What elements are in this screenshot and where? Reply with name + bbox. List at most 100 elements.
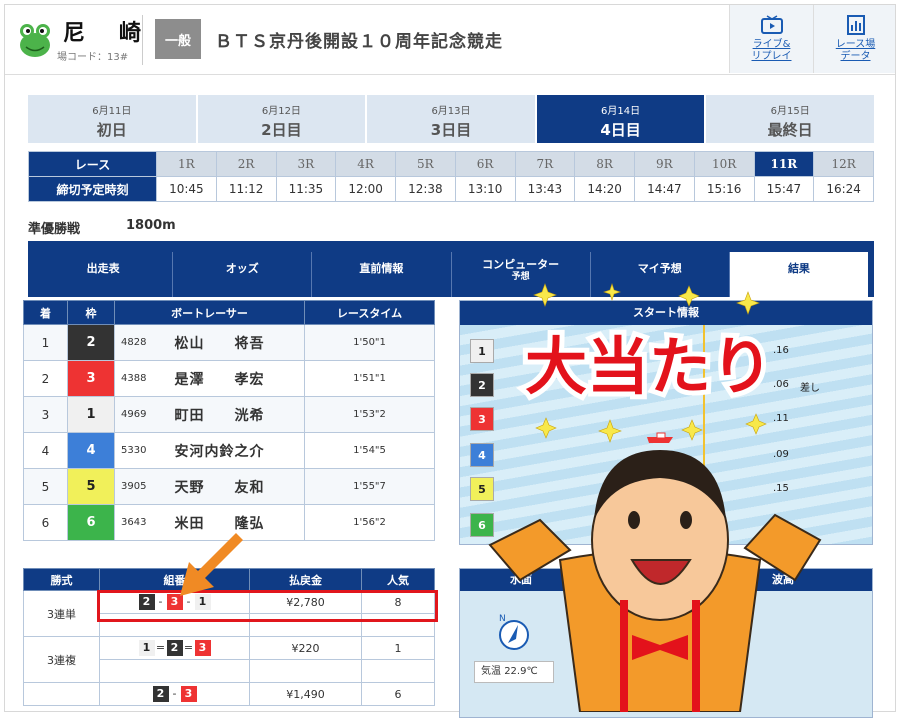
racer-name[interactable]: 松山 将吾 bbox=[174, 324, 305, 361]
day-name: 2日目 bbox=[261, 121, 302, 139]
tab-my-prediction[interactable]: マイ予想 bbox=[591, 252, 730, 297]
race-title: ＢＴＳ京丹後開設１０周年記念競走 bbox=[215, 32, 503, 52]
col-payout: 払戻金 bbox=[249, 568, 362, 591]
weather-title-left: 水面 bbox=[510, 573, 532, 586]
day-date: 6月15日 bbox=[770, 106, 810, 117]
race-link-9[interactable]: 9R bbox=[634, 151, 695, 177]
start-lane-4: 4 bbox=[470, 443, 494, 467]
start-timing: .09 bbox=[773, 449, 789, 460]
deadline-label: 締切予定時刻 bbox=[28, 176, 157, 202]
lane-badge: 1 bbox=[68, 397, 114, 432]
race-time: 1'54"5 bbox=[304, 432, 435, 469]
grade-badge: 一般 bbox=[155, 19, 201, 59]
popularity: 1 bbox=[361, 636, 435, 660]
race-link-3[interactable]: 3R bbox=[275, 151, 337, 177]
weather-title: 水面 波高 bbox=[460, 569, 872, 591]
place: 4 bbox=[23, 432, 68, 469]
table-row: 1 2 4828 松山 将吾 1'50"1 bbox=[23, 324, 435, 361]
race-link-5[interactable]: 5R bbox=[395, 151, 456, 177]
racer-name[interactable]: 米田 隆弘 bbox=[174, 504, 305, 541]
venue-data-button[interactable]: レース場 データ bbox=[813, 5, 895, 73]
day-date: 6月11日 bbox=[92, 106, 132, 117]
weather-title-right: 波高 bbox=[772, 573, 794, 586]
race-link-6[interactable]: 6R bbox=[454, 151, 516, 177]
bet-type bbox=[23, 682, 100, 706]
combo-chip: 3 bbox=[180, 686, 197, 702]
racer-name[interactable]: 是澤 孝宏 bbox=[174, 360, 305, 397]
race-link-11[interactable]: 11R bbox=[753, 151, 815, 177]
live-replay-button[interactable]: ライブ& リプレイ bbox=[729, 5, 813, 73]
race-link-7[interactable]: 7R bbox=[514, 151, 576, 177]
tab-odds[interactable]: オッズ bbox=[173, 252, 313, 297]
start-lane-6: 6 bbox=[470, 513, 494, 537]
racer-name[interactable]: 安河内鈴之介 bbox=[174, 432, 305, 469]
racer-reg-no: 4969 bbox=[114, 396, 175, 433]
lane-badge: 2 bbox=[68, 325, 114, 360]
results-table: 着 枠 ボートレーサー レースタイム 1 2 4828 松山 将吾 1'50"1… bbox=[23, 300, 435, 541]
race-info-tabs: 出走表 オッズ 直前情報 コンピューター 予想 マイ予想 結果 bbox=[28, 241, 874, 297]
place: 5 bbox=[23, 468, 68, 505]
day-tab-2[interactable]: 6月12日 2日目 bbox=[197, 95, 366, 143]
deadline-time: 12:38 bbox=[395, 176, 456, 202]
race-schedule-table: レース 1R 2R 3R 4R 5R 6R 7R 8R 9R 10R 11R 1… bbox=[28, 151, 874, 202]
race-label: レース bbox=[28, 151, 157, 177]
col-place: 着 bbox=[23, 300, 68, 325]
day-name: 3日目 bbox=[430, 121, 472, 139]
race-time: 1'50"1 bbox=[304, 324, 435, 361]
computer-sub-label: 予想 bbox=[511, 272, 530, 282]
page-header: 尼 崎 場コード：13# 一般 ＢＴＳ京丹後開設１０周年記念競走 ライブ& リプ… bbox=[5, 5, 895, 75]
payout-table: 勝式 組番 払戻金 人気 3連単 2-3-1 ¥2,780 8 3連複 1 = 2 =… bbox=[23, 568, 435, 706]
col-popularity: 人気 bbox=[361, 568, 435, 591]
payout-amount: ¥220 bbox=[249, 636, 362, 660]
tab-computer-prediction[interactable]: コンピューター 予想 bbox=[452, 252, 591, 297]
race-time: 1'51"1 bbox=[304, 360, 435, 397]
day-date: 6月14日 bbox=[601, 106, 641, 117]
race-link-12[interactable]: 12R bbox=[813, 151, 874, 177]
combo-sep: - bbox=[172, 687, 177, 700]
venue-code: 場コード：13# bbox=[57, 52, 129, 63]
lane-badge: 5 bbox=[68, 469, 114, 504]
tab-entry-list[interactable]: 出走表 bbox=[34, 252, 174, 297]
race-link-2[interactable]: 2R bbox=[215, 151, 277, 177]
data-label-1: レース場 bbox=[835, 39, 876, 50]
start-info-panel: スタート情報 1 2 3 4 5 6 .16 .06 差し .11 .09 .1… bbox=[459, 300, 873, 545]
table-row: 3連複 1 = 2 = 3 ¥220 1 bbox=[23, 636, 435, 683]
day-tab-5[interactable]: 6月15日 最終日 bbox=[706, 95, 874, 143]
frog-mascot-icon bbox=[20, 24, 50, 57]
deadline-time: 13:10 bbox=[454, 176, 516, 202]
day-date: 6月12日 bbox=[261, 106, 301, 117]
start-lane-2: 2 bbox=[470, 373, 494, 397]
race-link-4[interactable]: 4R bbox=[335, 151, 396, 177]
table-row: 2-3 ¥1,490 6 bbox=[23, 682, 435, 706]
start-line bbox=[703, 325, 705, 544]
winning-row-highlight bbox=[97, 590, 438, 622]
day-tab-3[interactable]: 6月13日 3日目 bbox=[367, 95, 535, 143]
air-temperature: 気温 22.9℃ bbox=[474, 661, 554, 683]
payout-amount: ¥1,490 bbox=[249, 682, 362, 706]
header-divider bbox=[142, 15, 143, 65]
race-link-1[interactable]: 1R bbox=[156, 151, 217, 177]
day-tab-4[interactable]: 6月14日 4日目 bbox=[536, 95, 705, 143]
data-label-2: データ bbox=[840, 51, 871, 62]
deadline-time: 16:24 bbox=[813, 176, 874, 202]
tab-results[interactable]: 結果 bbox=[729, 252, 869, 297]
place: 3 bbox=[23, 396, 68, 433]
tab-pre-race-info[interactable]: 直前情報 bbox=[312, 252, 452, 297]
start-lane-5: 5 bbox=[470, 477, 494, 501]
table-row: 5 5 3905 天野 友和 1'55"7 bbox=[23, 468, 435, 505]
venue-name: 尼 崎 bbox=[63, 21, 148, 46]
race-link-10[interactable]: 10R bbox=[693, 151, 755, 177]
place: 2 bbox=[23, 360, 68, 397]
start-info-title: スタート情報 bbox=[460, 301, 872, 325]
place: 1 bbox=[23, 324, 68, 361]
race-time: 1'53"2 bbox=[304, 396, 435, 433]
racer-name[interactable]: 天野 友和 bbox=[174, 468, 305, 505]
table-row: 3 1 4969 町田 洸希 1'53"2 bbox=[23, 396, 435, 433]
start-timing: . bbox=[773, 519, 777, 530]
temp-label: 気温 bbox=[481, 666, 501, 677]
race-link-8[interactable]: 8R bbox=[574, 151, 635, 177]
live-label-1: ライブ& bbox=[752, 39, 791, 50]
deadline-time: 11:35 bbox=[275, 176, 337, 202]
racer-name[interactable]: 町田 洸希 bbox=[174, 396, 305, 433]
day-tab-1[interactable]: 6月11日 初日 bbox=[28, 95, 196, 143]
